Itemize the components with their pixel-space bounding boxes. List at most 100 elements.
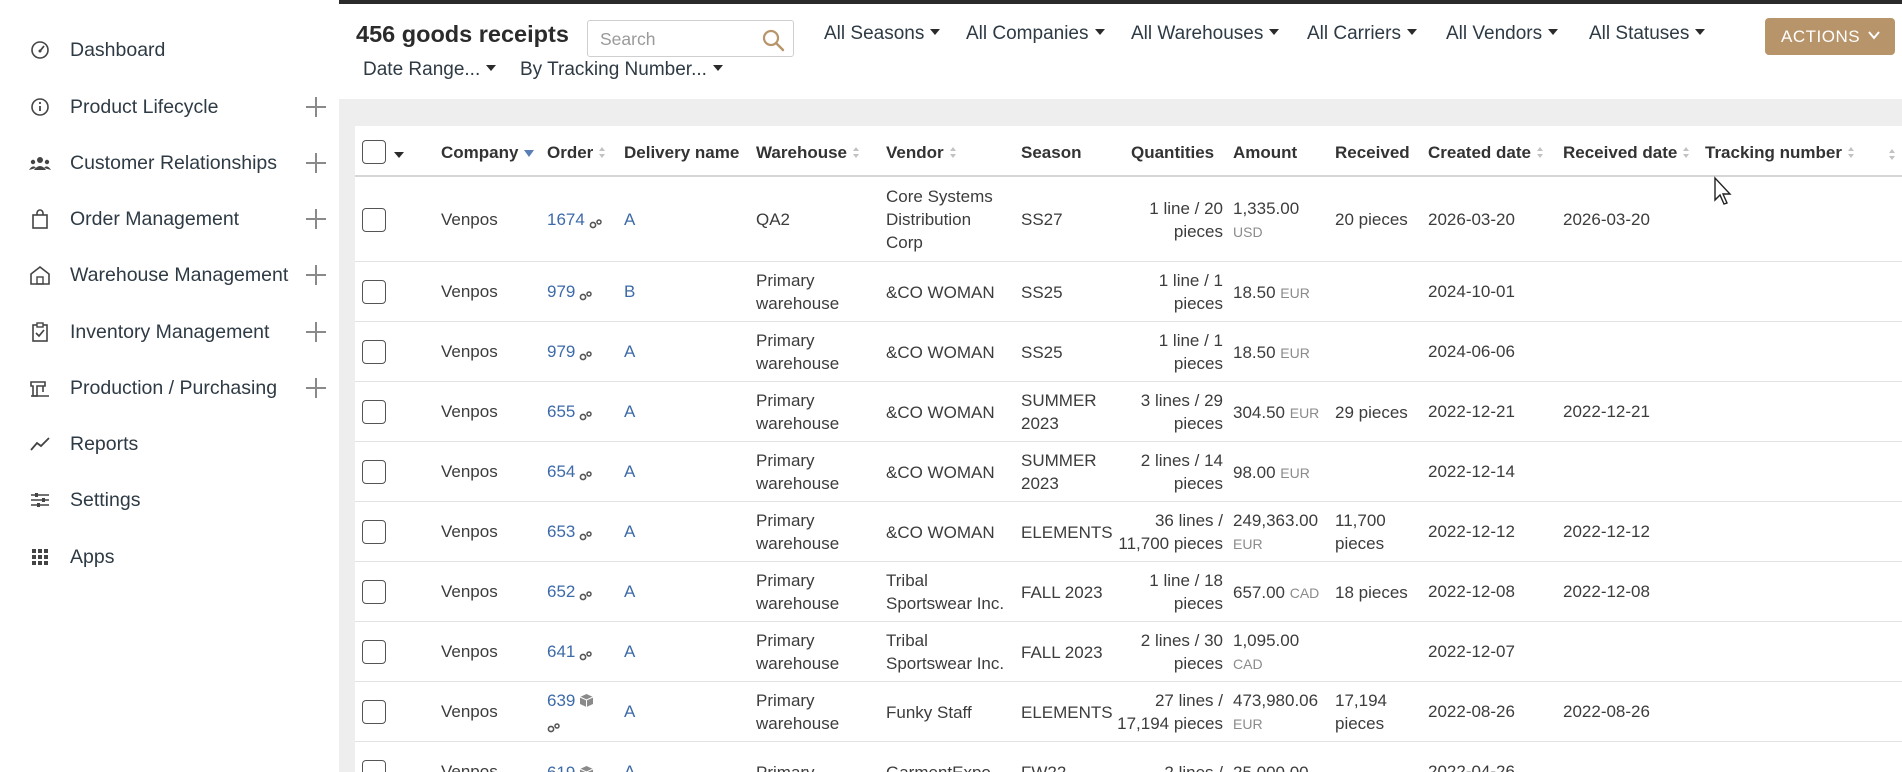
sidebar-item-apps[interactable]: Apps bbox=[0, 537, 339, 577]
order-link[interactable]: 654 bbox=[547, 462, 575, 481]
column-header-received-date-label: Received date bbox=[1563, 143, 1678, 162]
cell-line: pieces bbox=[1173, 474, 1223, 493]
page-title: 456 goods receipts bbox=[356, 21, 569, 47]
delivery-name-link[interactable]: A bbox=[624, 700, 635, 723]
sidebar-item-warehouse-management[interactable]: Warehouse Management bbox=[0, 255, 339, 295]
sidebar-item-production-purchasing[interactable]: Production / Purchasing bbox=[0, 368, 339, 408]
delivery-name-link[interactable]: A bbox=[624, 460, 635, 483]
cell-line: Primary bbox=[756, 391, 815, 410]
filter-tracking-number[interactable]: By Tracking Number... bbox=[520, 59, 723, 81]
search-icon[interactable] bbox=[761, 28, 785, 52]
order-link[interactable]: 979 bbox=[547, 342, 575, 361]
order-link[interactable]: 979 bbox=[547, 282, 575, 301]
delivery-name-link[interactable]: A bbox=[624, 208, 635, 231]
column-header-created-date[interactable]: Created date bbox=[1428, 143, 1544, 163]
column-header-tracking-number[interactable]: Tracking number bbox=[1705, 143, 1855, 163]
filter-carriers[interactable]: All Carriers bbox=[1307, 23, 1417, 45]
expand-plus-icon[interactable] bbox=[305, 321, 327, 343]
sidebar-item-customer-relationships[interactable]: Customer Relationships bbox=[0, 143, 339, 183]
sidebar-item-reports[interactable]: Reports bbox=[0, 424, 339, 464]
delivery-name-link[interactable]: A bbox=[624, 520, 635, 543]
delivery-name-link[interactable]: A bbox=[624, 400, 635, 423]
table-row: Venpos 979 B Primary warehouse &CO WOMAN SS25 1… bbox=[355, 262, 1902, 322]
sidebar-item-product-lifecycle[interactable]: Product Lifecycle bbox=[0, 87, 339, 127]
column-header-vendor[interactable]: Vendor bbox=[886, 143, 957, 163]
column-header-warehouse[interactable]: Warehouse bbox=[756, 143, 860, 163]
sidebar-item-order-management[interactable]: Order Management bbox=[0, 199, 339, 239]
filter-warehouses[interactable]: All Warehouses bbox=[1131, 23, 1280, 45]
row-checkbox[interactable] bbox=[362, 460, 386, 484]
row-checkbox[interactable] bbox=[362, 400, 386, 424]
expand-plus-icon[interactable] bbox=[305, 264, 327, 286]
expand-plus-icon[interactable] bbox=[305, 208, 327, 230]
row-checkbox[interactable] bbox=[362, 760, 386, 772]
sidebar-item-inventory-management[interactable]: Inventory Management bbox=[0, 312, 339, 352]
delivery-name-link[interactable]: A bbox=[624, 580, 635, 603]
row-checkbox[interactable] bbox=[362, 280, 386, 304]
select-all-checkbox[interactable] bbox=[362, 140, 386, 164]
column-header-company-label: Company bbox=[441, 143, 519, 162]
search-box[interactable] bbox=[587, 20, 794, 57]
row-checkbox[interactable] bbox=[362, 340, 386, 364]
filter-date-range[interactable]: Date Range... bbox=[363, 59, 497, 81]
gears-icon bbox=[547, 717, 561, 732]
cell-line: Primary bbox=[756, 271, 815, 290]
filter-vendors-label: All Vendors bbox=[1446, 23, 1543, 44]
cell-line: warehouse bbox=[756, 594, 840, 613]
expand-plus-icon[interactable] bbox=[305, 152, 327, 174]
box-icon bbox=[579, 763, 594, 772]
search-input[interactable] bbox=[600, 27, 750, 51]
sort-icon bbox=[1683, 146, 1690, 159]
order-link[interactable]: 655 bbox=[547, 402, 575, 421]
sidebar-item-settings[interactable]: Settings bbox=[0, 480, 339, 520]
expand-plus-icon[interactable] bbox=[305, 377, 327, 399]
filter-statuses[interactable]: All Statuses bbox=[1589, 23, 1706, 45]
expand-plus-icon[interactable] bbox=[305, 96, 327, 118]
row-checkbox[interactable] bbox=[362, 640, 386, 664]
select-all-dropdown-icon[interactable] bbox=[394, 152, 404, 158]
row-checkbox[interactable] bbox=[362, 208, 386, 232]
filter-vendors[interactable]: All Vendors bbox=[1446, 23, 1559, 45]
order-link[interactable]: 641 bbox=[547, 642, 575, 661]
delivery-name-link[interactable]: A bbox=[624, 340, 635, 363]
table-row: Venpos 641 A Primary warehouse Tribal Sportswe… bbox=[355, 622, 1902, 682]
currency-code: USD bbox=[1233, 224, 1263, 240]
delivery-name-link[interactable]: A bbox=[624, 760, 635, 772]
page-header: 456 goods receipts All Seasons All Compa… bbox=[339, 4, 1902, 99]
sort-icon[interactable] bbox=[1889, 149, 1896, 161]
sidebar-item-label: Reports bbox=[70, 432, 139, 455]
delivery-name-link[interactable]: A bbox=[624, 640, 635, 663]
order-link[interactable]: 1674 bbox=[547, 210, 585, 229]
gears-icon bbox=[589, 213, 603, 228]
cell-line: 18 pieces bbox=[1335, 583, 1408, 602]
quantities-cell: 1 line / 1 pieces bbox=[1115, 329, 1223, 375]
cell-line: warehouse bbox=[756, 414, 840, 433]
quantities-cell: 1 line / 20 pieces bbox=[1115, 197, 1223, 243]
cell-line: 27 lines / bbox=[1154, 691, 1223, 710]
row-checkbox[interactable] bbox=[362, 700, 386, 724]
created-date-cell: 2022-12-21 bbox=[1428, 402, 1515, 421]
order-link[interactable]: 652 bbox=[547, 582, 575, 601]
order-link[interactable]: 639 bbox=[547, 691, 575, 710]
chevron-down-icon bbox=[1406, 28, 1417, 35]
cell-line: pieces bbox=[1335, 714, 1385, 733]
company-cell: Venpos bbox=[441, 402, 498, 421]
delivery-name-link[interactable]: B bbox=[624, 280, 635, 303]
table-row: Venpos 619 A Primary GarmentExpo FW22 2 lines … bbox=[355, 742, 1902, 772]
column-header-company[interactable]: Company bbox=[441, 143, 535, 163]
order-link[interactable]: 653 bbox=[547, 522, 575, 541]
order-cell: 641 bbox=[547, 640, 593, 663]
filter-seasons[interactable]: All Seasons bbox=[824, 23, 941, 45]
column-header-received-date[interactable]: Received date bbox=[1563, 143, 1690, 163]
column-header-order[interactable]: Order bbox=[547, 143, 606, 163]
quantities-cell: 2 lines / bbox=[1115, 761, 1223, 772]
cell-line: Core Systems bbox=[886, 187, 993, 206]
actions-button[interactable]: ACTIONS bbox=[1765, 18, 1895, 55]
row-checkbox[interactable] bbox=[362, 520, 386, 544]
sidebar-item-dashboard[interactable]: Dashboard bbox=[0, 30, 339, 70]
order-link[interactable]: 619 bbox=[547, 763, 575, 772]
cell-line: Funky Staff bbox=[886, 703, 972, 722]
filter-companies[interactable]: All Companies bbox=[966, 23, 1105, 45]
row-checkbox[interactable] bbox=[362, 580, 386, 604]
quantities-cell: 1 line / 18 pieces bbox=[1115, 569, 1223, 615]
